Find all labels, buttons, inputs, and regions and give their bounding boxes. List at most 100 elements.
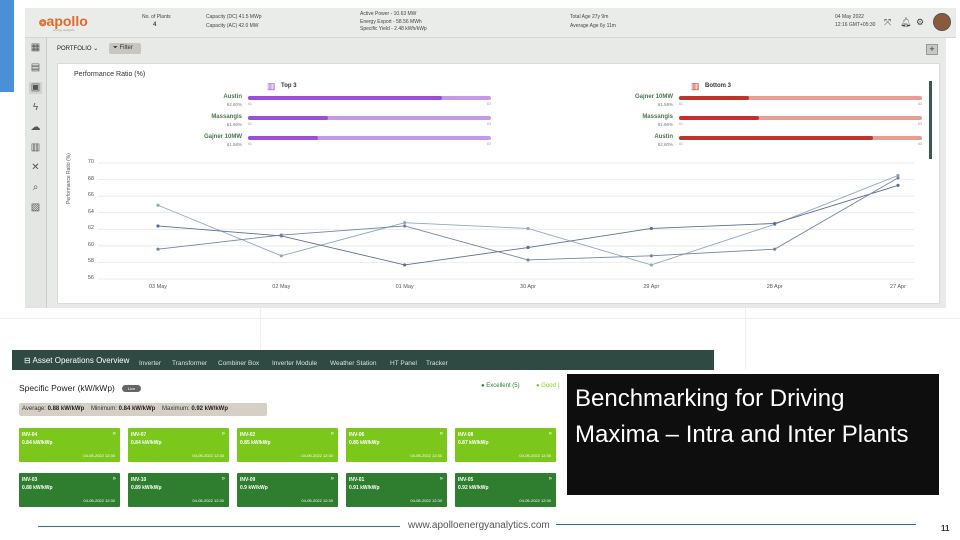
bottom-bar-min: 61 — [679, 102, 683, 106]
double-chevron-icon[interactable]: » — [331, 476, 334, 482]
inverter-name: INV-06 — [349, 432, 365, 438]
average-value: 0.88 kW/kWp — [47, 406, 85, 412]
data-point[interactable] — [279, 234, 283, 238]
bell-icon[interactable]: 🔔︎ — [900, 17, 911, 28]
legend-good-label: Good ( — [541, 383, 560, 389]
inverter-name: INV-04 — [22, 432, 38, 438]
double-chevron-icon[interactable]: » — [222, 431, 225, 437]
data-point[interactable] — [649, 263, 653, 267]
data-point[interactable] — [649, 254, 653, 258]
good-dot-icon: ● — [536, 383, 540, 389]
bottom-bar-max: 63 — [918, 102, 922, 106]
inverter-tile[interactable]: INV-09 » 0.9 kW/kWp 04-05-2022 12:30 — [237, 473, 338, 507]
asset-operations-title: ⊟ Asset Operations Overview — [24, 356, 129, 365]
double-chevron-icon[interactable]: » — [549, 431, 552, 437]
search-icon[interactable]: ⌕ — [29, 182, 42, 194]
plants-label: No. of Plants — [142, 14, 171, 20]
data-point[interactable] — [773, 222, 777, 226]
data-point[interactable] — [156, 247, 160, 251]
data-point[interactable] — [526, 245, 530, 250]
double-chevron-icon[interactable]: » — [440, 431, 443, 437]
bottom-pct: 61.66% — [657, 122, 673, 127]
chart-icon[interactable]: ▤ — [29, 62, 42, 74]
double-chevron-icon[interactable]: » — [440, 476, 443, 482]
gear-icon[interactable]: ⚙ — [916, 17, 924, 28]
legend-excellent[interactable]: ● Excellent (5) — [481, 383, 520, 389]
expand-icon[interactable]: ⤧ — [884, 17, 891, 28]
data-point[interactable] — [156, 224, 160, 228]
data-point[interactable] — [896, 173, 900, 178]
top-bar-min: 61 — [248, 142, 252, 146]
tab-weather-station[interactable]: Weather Station — [330, 360, 377, 367]
tools-icon[interactable]: ✕ — [29, 162, 42, 174]
x-tick-label: 29 Apr — [643, 284, 660, 290]
double-chevron-icon[interactable]: » — [222, 476, 225, 482]
tab-ht-panel[interactable]: HT Panel — [390, 360, 417, 367]
bottom-bar — [679, 96, 922, 100]
filter-button[interactable]: ⏷ Filter — [109, 43, 141, 54]
x-tick-label: 30 Apr — [520, 284, 536, 290]
bolt-icon[interactable]: ϟ — [29, 102, 42, 114]
collapse-icon[interactable]: ⊟ — [24, 356, 31, 365]
data-point[interactable] — [156, 203, 160, 207]
portfolio-dropdown[interactable]: PORTFOLIO ⌄ — [57, 45, 98, 52]
inverter-tile[interactable]: INV-10 » 0.89 kW/kWp 04-05-2022 12:30 — [128, 473, 229, 507]
apollo-logo[interactable]: ❂apollo energy analytics — [39, 13, 88, 32]
inverter-tile[interactable]: INV-05 » 0.92 kW/kWp 04-05-2022 12:30 — [455, 473, 556, 507]
inverter-tile[interactable]: INV-01 » 0.91 kW/kWp 04-05-2022 12:30 — [346, 473, 447, 507]
tab-inverter-module[interactable]: Inverter Module — [272, 360, 317, 367]
inverter-timestamp: 04-05-2022 12:30 — [519, 498, 551, 503]
asset-operations-header: ⊟ Asset Operations Overview Inverter Tra… — [12, 350, 714, 370]
data-point[interactable] — [403, 224, 407, 228]
data-point[interactable] — [279, 233, 283, 237]
data-point[interactable] — [403, 263, 407, 267]
double-chevron-icon[interactable]: » — [113, 431, 116, 437]
bottom3-label: Bottom 3 — [705, 83, 731, 89]
inverter-tile[interactable]: INV-08 » 0.87 kW/kWp 04-05-2022 12:30 — [455, 428, 556, 462]
inverter-tile[interactable]: INV-06 » 0.85 kW/kWp 04-05-2022 12:30 — [346, 428, 447, 462]
bottom-bar-min: 61 — [679, 122, 683, 126]
data-point[interactable] — [896, 183, 900, 187]
building-icon[interactable]: ▦ — [29, 42, 42, 54]
data-point[interactable] — [526, 226, 530, 231]
footer-url[interactable]: www.apolloenergyanalytics.com — [408, 520, 550, 531]
inverter-tile[interactable]: INV-04 » 0.84 kW/kWp 04-05-2022 12:30 — [19, 428, 120, 462]
data-point[interactable] — [526, 258, 530, 262]
inverter-tile[interactable]: INV-02 » 0.85 kW/kWp 04-05-2022 12:30 — [237, 428, 338, 462]
bottom-bar-fill — [679, 116, 760, 120]
data-point[interactable] — [279, 254, 283, 258]
document-icon[interactable]: ▧ — [29, 202, 42, 214]
legend-good[interactable]: ● Good ( — [536, 383, 560, 389]
portfolio-label: PORTFOLIO — [57, 46, 92, 52]
double-chevron-icon[interactable]: » — [331, 431, 334, 437]
x-tick-label: 28 Apr — [766, 284, 783, 290]
scrollbar[interactable] — [929, 81, 932, 159]
top-chart-icon: ▥ — [267, 81, 276, 91]
cart-icon[interactable]: ▥ — [29, 142, 42, 154]
inverter-name: INV-08 — [458, 432, 474, 438]
specific-power-title: Specific Power (kW/kWp) — [19, 383, 115, 393]
tab-transformer[interactable]: Transformer — [172, 360, 207, 367]
header-date: 04 May 2022 — [835, 14, 864, 20]
inverter-tile[interactable]: INV-03 » 0.88 kW/kWp 04-05-2022 12:30 — [19, 473, 120, 507]
data-point[interactable] — [649, 226, 653, 231]
inverter-value: 0.84 kW/kWp — [22, 440, 53, 446]
add-button[interactable]: + — [926, 44, 938, 55]
picture-chart-icon[interactable]: ▣ — [29, 82, 42, 94]
tab-tracker[interactable]: Tracker — [426, 360, 448, 367]
data-point[interactable] — [403, 221, 407, 225]
inverter-tile[interactable]: INV-07 » 0.84 kW/kWp 04-05-2022 12:30 — [128, 428, 229, 462]
tab-inverter[interactable]: Inverter — [139, 360, 161, 367]
double-chevron-icon[interactable]: » — [113, 476, 116, 482]
double-chevron-icon[interactable]: » — [549, 476, 552, 482]
tab-combiner-box[interactable]: Combiner Box — [218, 360, 259, 367]
avatar[interactable] — [933, 13, 951, 31]
data-point[interactable] — [773, 247, 777, 251]
capacity-ac: Capacity (AC) 42.0 MW — [206, 23, 259, 29]
data-point[interactable] — [896, 176, 900, 180]
bottom-pct: 62.60% — [657, 142, 673, 147]
data-point[interactable] — [773, 221, 777, 226]
gear-cloud-icon[interactable]: ☁ — [29, 122, 42, 134]
capacity-dc: Capacity (DC) 41.5 MWp — [206, 14, 262, 20]
inverter-value: 0.89 kW/kWp — [131, 485, 162, 491]
